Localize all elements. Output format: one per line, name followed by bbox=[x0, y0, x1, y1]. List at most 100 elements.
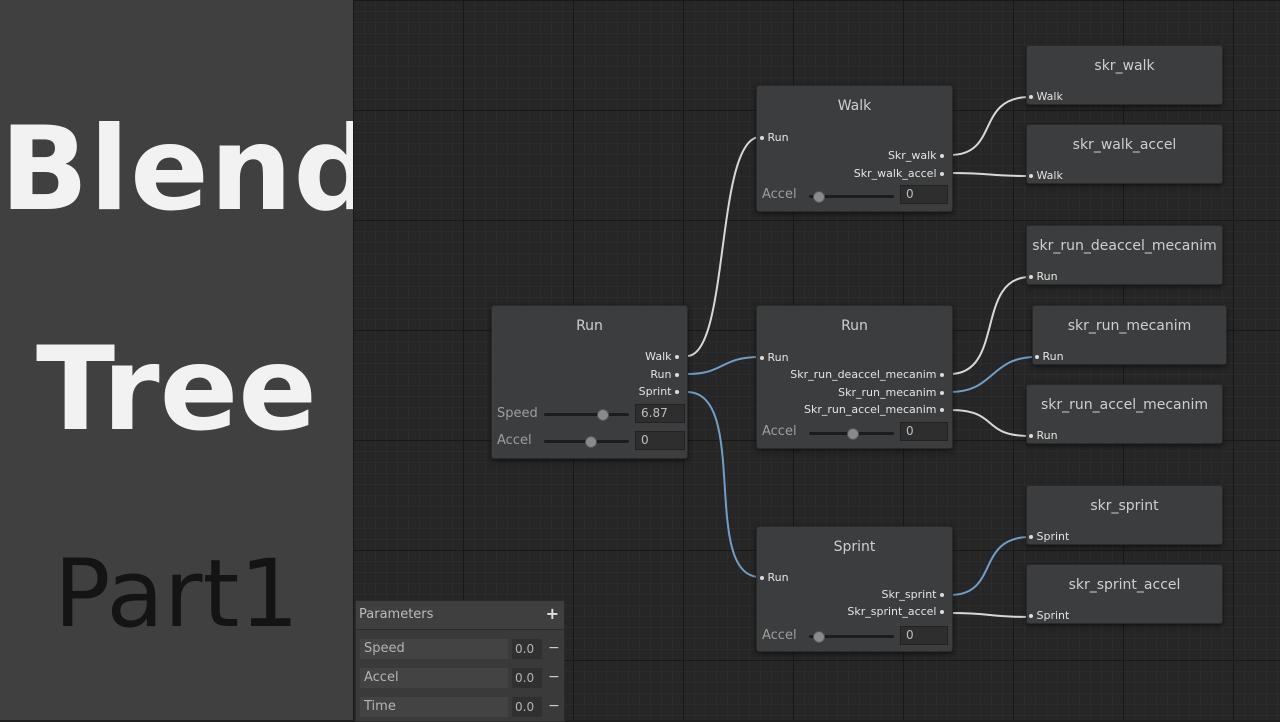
clip-node-skr-sprint-accel[interactable]: skr_sprint_accel Sprint bbox=[1026, 564, 1223, 624]
port-dot-icon bbox=[940, 373, 944, 377]
parameters-header: Parameters + bbox=[356, 601, 564, 630]
port-dot-icon bbox=[1035, 355, 1039, 359]
blend-node-root-run[interactable]: Run Walk Run Sprint Speed 6.87 Accel 0 bbox=[491, 305, 688, 459]
input-port-run[interactable]: Run bbox=[760, 131, 789, 144]
title-line-blend: Blend bbox=[0, 102, 378, 237]
port-dot-icon bbox=[940, 593, 944, 597]
port-dot-icon bbox=[940, 172, 944, 176]
output-port-skr-walk-accel[interactable]: Skr_walk_accel bbox=[854, 167, 944, 180]
output-port-sprint[interactable]: Sprint bbox=[639, 385, 679, 398]
parameter-value-field[interactable]: 0.0 bbox=[512, 697, 542, 717]
speed-value-field[interactable]: 6.87 bbox=[635, 404, 685, 423]
node-title: skr_sprint_accel bbox=[1068, 577, 1181, 593]
port-dot-icon bbox=[675, 373, 679, 377]
port-dot-icon bbox=[675, 390, 679, 394]
remove-parameter-button[interactable]: − bbox=[548, 697, 560, 715]
clip-node-skr-sprint[interactable]: skr_sprint Sprint bbox=[1026, 485, 1223, 545]
accel-label: Accel bbox=[762, 187, 797, 202]
port-dot-icon bbox=[940, 154, 944, 158]
remove-parameter-button[interactable]: − bbox=[548, 639, 560, 657]
accel-slider[interactable] bbox=[809, 631, 894, 643]
parameter-name-field[interactable]: Speed bbox=[360, 639, 508, 659]
parameter-value-field[interactable]: 0.0 bbox=[512, 639, 542, 659]
input-port-walk[interactable]: Walk bbox=[1029, 90, 1063, 103]
node-title: skr_run_deaccel_mecanim bbox=[1032, 238, 1217, 254]
clip-node-skr-walk-accel[interactable]: skr_walk_accel Walk bbox=[1026, 124, 1223, 184]
port-dot-icon bbox=[760, 576, 764, 580]
output-port-run-mecanim[interactable]: Skr_run_mecanim bbox=[838, 386, 944, 399]
speed-label: Speed bbox=[497, 406, 538, 421]
parameters-title: Parameters bbox=[359, 607, 434, 622]
node-title: skr_walk_accel bbox=[1072, 137, 1177, 153]
input-port-walk[interactable]: Walk bbox=[1029, 169, 1063, 182]
parameter-name-field[interactable]: Accel bbox=[360, 668, 508, 688]
remove-parameter-button[interactable]: − bbox=[548, 668, 560, 686]
input-port-run[interactable]: Run bbox=[1029, 270, 1058, 283]
parameter-name-field[interactable]: Time bbox=[360, 697, 508, 717]
output-port-skr-sprint-accel[interactable]: Skr_sprint_accel bbox=[847, 605, 944, 618]
node-title: skr_run_accel_mecanim bbox=[1040, 397, 1209, 413]
input-port-sprint[interactable]: Sprint bbox=[1029, 609, 1069, 622]
title-line-part: Part1 bbox=[53, 540, 300, 649]
parameter-row: Time 0.0 − bbox=[360, 697, 560, 719]
accel-label: Accel bbox=[762, 628, 797, 643]
port-dot-icon bbox=[760, 356, 764, 360]
node-title: Sprint bbox=[833, 539, 876, 555]
accel-label: Accel bbox=[497, 433, 532, 448]
accel-label: Accel bbox=[762, 424, 797, 439]
accel-slider[interactable] bbox=[809, 191, 894, 203]
blend-node-sprint[interactable]: Sprint Run Skr_sprint Skr_sprint_accel A… bbox=[756, 526, 953, 652]
add-parameter-button[interactable]: + bbox=[546, 604, 559, 623]
output-port-run[interactable]: Run bbox=[650, 368, 679, 381]
accel-value-field[interactable]: 0 bbox=[635, 431, 685, 450]
slider-thumb[interactable] bbox=[596, 409, 609, 421]
node-title: Walk bbox=[837, 98, 872, 114]
input-port-run[interactable]: Run bbox=[760, 351, 789, 364]
clip-node-skr-run-accel-mecanim[interactable]: skr_run_accel_mecanim Run bbox=[1026, 384, 1223, 444]
output-port-run-deaccel[interactable]: Skr_run_deaccel_mecanim bbox=[790, 368, 944, 381]
title-panel: Blend Tree Part1 bbox=[0, 0, 378, 720]
port-dot-icon bbox=[1029, 535, 1033, 539]
clip-node-skr-walk[interactable]: skr_walk Walk bbox=[1026, 45, 1223, 105]
port-dot-icon bbox=[940, 408, 944, 412]
slider-thumb[interactable] bbox=[812, 191, 825, 203]
parameters-panel: Parameters + Speed 0.0 − Accel 0.0 − Tim… bbox=[355, 600, 565, 722]
accel-value-field[interactable]: 0 bbox=[900, 185, 948, 204]
port-dot-icon bbox=[760, 136, 764, 140]
blend-node-walk[interactable]: Walk Run Skr_walk Skr_walk_accel Accel 0 bbox=[756, 85, 953, 212]
input-port-sprint[interactable]: Sprint bbox=[1029, 530, 1069, 543]
port-dot-icon bbox=[1029, 174, 1033, 178]
input-port-run[interactable]: Run bbox=[1029, 429, 1058, 442]
node-title: Run bbox=[841, 318, 868, 334]
speed-slider[interactable] bbox=[544, 409, 629, 421]
port-dot-icon bbox=[1029, 434, 1033, 438]
accel-slider[interactable] bbox=[544, 436, 629, 448]
node-title: Run bbox=[576, 318, 603, 334]
parameter-value-field[interactable]: 0.0 bbox=[512, 668, 542, 688]
clip-node-skr-run-mecanim[interactable]: skr_run_mecanim Run bbox=[1032, 305, 1227, 365]
output-port-walk[interactable]: Walk bbox=[645, 350, 679, 363]
port-dot-icon bbox=[1029, 275, 1033, 279]
output-port-skr-walk[interactable]: Skr_walk bbox=[888, 149, 944, 162]
node-title: skr_sprint bbox=[1090, 498, 1159, 514]
accel-value-field[interactable]: 0 bbox=[900, 422, 948, 441]
blend-node-run[interactable]: Run Run Skr_run_deaccel_mecanim Skr_run_… bbox=[756, 305, 953, 449]
parameter-row: Speed 0.0 − bbox=[360, 639, 560, 661]
port-dot-icon bbox=[940, 610, 944, 614]
port-dot-icon bbox=[1029, 95, 1033, 99]
parameter-row: Accel 0.0 − bbox=[360, 668, 560, 690]
output-port-run-accel[interactable]: Skr_run_accel_mecanim bbox=[804, 403, 944, 416]
output-port-skr-sprint[interactable]: Skr_sprint bbox=[882, 588, 944, 601]
accel-value-field[interactable]: 0 bbox=[900, 626, 948, 645]
input-port-run[interactable]: Run bbox=[1035, 350, 1064, 363]
slider-thumb[interactable] bbox=[846, 428, 859, 440]
slider-thumb[interactable] bbox=[812, 631, 825, 643]
slider-thumb[interactable] bbox=[585, 436, 598, 448]
port-dot-icon bbox=[940, 391, 944, 395]
input-port-run[interactable]: Run bbox=[760, 571, 789, 584]
title-line-tree: Tree bbox=[36, 322, 317, 457]
clip-node-skr-run-deaccel-mecanim[interactable]: skr_run_deaccel_mecanim Run bbox=[1026, 225, 1223, 285]
port-dot-icon bbox=[1029, 614, 1033, 618]
node-title: skr_run_mecanim bbox=[1067, 318, 1192, 334]
accel-slider[interactable] bbox=[809, 428, 894, 440]
